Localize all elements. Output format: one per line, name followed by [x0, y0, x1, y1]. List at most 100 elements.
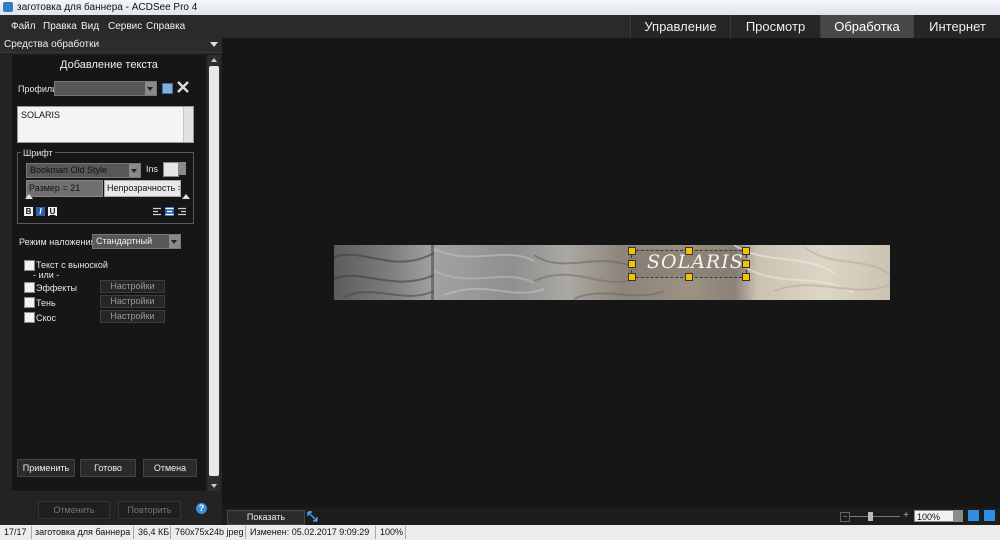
app-icon: [3, 2, 13, 12]
align-left-icon[interactable]: [153, 207, 162, 216]
overlay-text[interactable]: SOLARIS: [647, 251, 744, 273]
bevel-checkbox[interactable]: [24, 312, 35, 323]
status-filename: заготовка для баннера: [35, 527, 131, 537]
opacity-label: Непрозрачность = 1: [107, 183, 180, 193]
tab-manage[interactable]: Управление: [630, 15, 730, 38]
font-select[interactable]: Bookman Old Style: [26, 163, 141, 178]
profiles-label: Профили: [18, 84, 58, 94]
status-dimensions: 760x75x24b jpeg: [175, 527, 244, 537]
undo-button[interactable]: Отменить: [38, 501, 110, 519]
bevel-settings-button[interactable]: Настройки: [100, 310, 165, 323]
window-title: заготовка для баннера - ACDSee Pro 4: [17, 2, 198, 13]
resize-handle[interactable]: [742, 273, 750, 281]
resize-handle[interactable]: [742, 260, 750, 268]
pane-scrollbar[interactable]: [208, 55, 220, 491]
zoom-out-icon[interactable]: −: [840, 512, 850, 522]
zoom-slider-thumb[interactable]: [868, 512, 873, 521]
menu-file[interactable]: Файл: [11, 21, 36, 32]
color-swatch[interactable]: [163, 162, 179, 177]
pane-header: Средства обработки: [0, 38, 222, 53]
effects-checkbox[interactable]: [24, 282, 35, 293]
resize-handle[interactable]: [685, 273, 693, 281]
slider-marker-icon: [182, 194, 190, 199]
status-index: 17/17: [4, 527, 27, 537]
shadow-checkbox[interactable]: [24, 297, 35, 308]
panel-title: Добавление текста: [60, 59, 158, 71]
scroll-down-icon[interactable]: [211, 484, 217, 488]
add-text-panel: Добавление текста Профили SOLARIS Шрифт …: [12, 55, 206, 491]
save-icon[interactable]: [162, 83, 173, 94]
status-divider: [245, 526, 246, 539]
pane-header-title: Средства обработки: [4, 39, 100, 50]
effects-label: Эффекты: [36, 283, 77, 293]
opacity-slider[interactable]: Непрозрачность = 1: [104, 180, 181, 197]
blend-mode-select[interactable]: Стандартный: [92, 234, 181, 249]
text-input-value: SOLARIS: [21, 110, 61, 120]
color-dropdown[interactable]: [179, 162, 186, 175]
done-button[interactable]: Готово: [80, 459, 136, 477]
banner-image[interactable]: SOLARIS: [334, 245, 890, 300]
resize-handle[interactable]: [628, 260, 636, 268]
callout-label: Текст с выноской: [36, 260, 108, 270]
status-divider: [405, 526, 406, 539]
help-icon[interactable]: ?: [196, 503, 207, 514]
chevron-down-icon: [169, 235, 180, 248]
fit-window-icon[interactable]: [984, 510, 995, 521]
delete-icon[interactable]: [176, 80, 190, 94]
blend-mode-label: Режим наложения:: [19, 237, 98, 247]
size-label: Размер = 21: [29, 183, 81, 193]
menu-edit[interactable]: Правка: [43, 21, 77, 32]
tab-online[interactable]: Интернет: [913, 15, 1000, 38]
redo-button[interactable]: Повторить: [118, 501, 181, 519]
resize-handle[interactable]: [628, 273, 636, 281]
status-modified: Изменен: 05.02.2017 9:09:29: [250, 527, 370, 537]
resize-handle[interactable]: [685, 247, 693, 255]
actual-size-icon[interactable]: [968, 510, 979, 521]
cancel-button[interactable]: Отмена: [143, 459, 197, 477]
chevron-down-icon[interactable]: [210, 42, 218, 47]
menu-tools[interactable]: Сервис: [108, 21, 142, 32]
underline-button[interactable]: U: [48, 207, 57, 216]
scroll-up-icon[interactable]: [211, 58, 217, 62]
shadow-label: Тень: [36, 298, 56, 308]
ins-label: Ins: [146, 164, 159, 174]
menu-view[interactable]: Вид: [81, 21, 99, 32]
bottom-toolbar: Показать прежнее − + 100%: [222, 508, 1000, 535]
status-zoom: 100%: [380, 527, 404, 537]
bold-button[interactable]: B: [24, 207, 33, 216]
scroll-thumb[interactable]: [209, 66, 219, 476]
fit-icon[interactable]: [307, 511, 318, 522]
resize-handle[interactable]: [742, 247, 750, 255]
text-scrollbar[interactable]: [183, 107, 193, 142]
or-separator: - или -: [33, 270, 60, 280]
bevel-label: Скос: [36, 313, 57, 323]
resize-handle[interactable]: [628, 247, 636, 255]
profiles-select[interactable]: [54, 81, 157, 96]
chevron-down-icon[interactable]: [954, 510, 963, 522]
align-center-icon[interactable]: [165, 207, 174, 216]
shadow-settings-button[interactable]: Настройки: [100, 295, 165, 308]
show-previous-button[interactable]: Показать прежнее: [227, 510, 305, 535]
size-slider[interactable]: Размер = 21: [26, 180, 103, 197]
status-divider: [375, 526, 376, 539]
apply-button[interactable]: Применить: [17, 459, 75, 477]
slider-marker-icon: [25, 194, 33, 199]
align-right-icon[interactable]: [177, 207, 186, 216]
status-bar: 17/17 заготовка для баннера 36,4 КБ 760x…: [0, 525, 1000, 540]
italic-button[interactable]: I: [36, 207, 45, 216]
title-bar: заготовка для баннера - ACDSee Pro 4: [0, 0, 1000, 15]
font-group-label: Шрифт: [21, 148, 55, 158]
zoom-slider[interactable]: [850, 516, 900, 517]
status-filesize: 36,4 КБ: [138, 527, 170, 537]
menu-help[interactable]: Справка: [146, 21, 185, 32]
tab-view[interactable]: Просмотр: [730, 15, 820, 38]
status-divider: [31, 526, 32, 539]
zoom-in-icon[interactable]: +: [902, 511, 910, 521]
effects-settings-button[interactable]: Настройки: [100, 280, 165, 293]
yarn-photo: [334, 245, 890, 300]
zoom-select[interactable]: 100%: [914, 510, 954, 522]
tab-edit[interactable]: Обработка: [820, 15, 913, 38]
status-divider: [133, 526, 134, 539]
menu-bar: Файл Правка Вид Сервис Справка Управлени…: [0, 15, 1000, 39]
text-input[interactable]: SOLARIS: [17, 106, 194, 143]
